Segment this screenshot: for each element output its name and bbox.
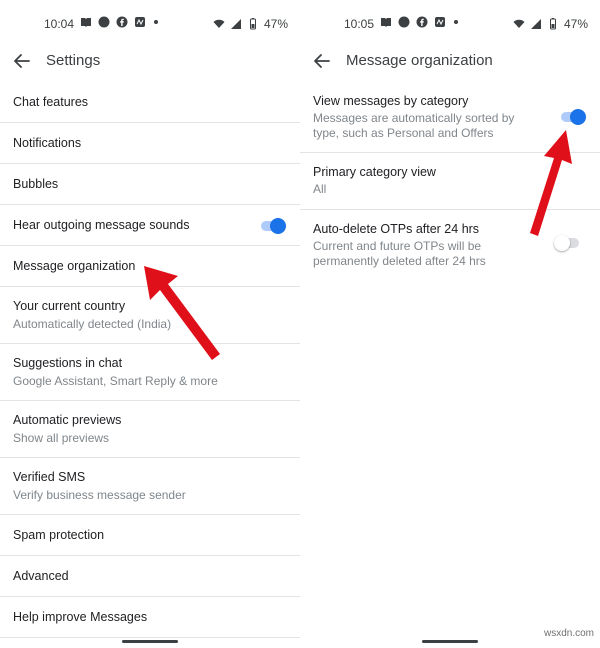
app-icon: [135, 17, 145, 27]
battery-icon: [549, 18, 556, 30]
app-icon: [435, 17, 445, 27]
book-icon: [381, 18, 391, 27]
setting-message-organization[interactable]: Message organization: [0, 246, 300, 287]
setting-automatic-previews[interactable]: Automatic previews Show all previews: [0, 401, 300, 458]
setting-spam-protection[interactable]: Spam protection: [0, 515, 300, 556]
setting-verified-sms[interactable]: Verified SMS Verify business message sen…: [0, 458, 300, 515]
view-by-category-toggle[interactable]: [560, 109, 586, 125]
page-title: Settings: [46, 52, 101, 69]
auto-delete-desc-line2: permanently deleted after 24 hrs: [313, 254, 486, 268]
message-organization-list: View messages by category Messages are a…: [300, 82, 600, 282]
watermark: wsxdn.com: [543, 628, 594, 639]
status-time: 10:04: [44, 17, 75, 31]
more-notifications-dot: [454, 20, 458, 24]
battery-percent: 47%: [263, 17, 288, 31]
signal-icon: [230, 19, 241, 29]
status-bar: 10:05 47%: [300, 14, 600, 34]
message-organization-screen: 10:05 47% Message organization View mess…: [300, 0, 600, 648]
setting-primary-category-view[interactable]: Primary category view All: [300, 153, 600, 210]
setting-suggestions-in-chat[interactable]: Suggestions in chat Google Assistant, Sm…: [0, 344, 300, 401]
app-bar: Message organization: [300, 44, 600, 78]
wifi-icon: [213, 19, 225, 28]
setting-current-country[interactable]: Your current country Automatically detec…: [0, 287, 300, 344]
wifi-icon: [513, 19, 525, 28]
view-by-category-desc-line2: type, such as Personal and Offers: [313, 126, 494, 140]
setting-advanced[interactable]: Advanced: [0, 556, 300, 597]
auto-delete-desc-line1: Current and future OTPs will be: [313, 239, 482, 253]
auto-delete-otps-toggle[interactable]: [554, 235, 580, 251]
book-icon: [81, 18, 91, 27]
setting-chat-features[interactable]: Chat features: [0, 82, 300, 123]
app-bar: Settings: [0, 44, 300, 78]
view-by-category-desc-line1: Messages are automatically sorted by: [313, 111, 515, 125]
back-arrow-icon[interactable]: [12, 51, 32, 71]
battery-percent: 47%: [563, 17, 588, 31]
outgoing-sounds-toggle[interactable]: [260, 218, 286, 234]
gesture-nav-handle[interactable]: [422, 640, 478, 643]
setting-bubbles[interactable]: Bubbles: [0, 164, 300, 205]
setting-auto-delete-otps[interactable]: Auto-delete OTPs after 24 hrs Current an…: [300, 210, 600, 282]
gesture-nav-handle[interactable]: [122, 640, 178, 643]
back-arrow-icon[interactable]: [312, 51, 332, 71]
facebook-icon: [116, 16, 128, 28]
page-title: Message organization: [346, 52, 493, 69]
signal-icon: [530, 19, 541, 29]
setting-notifications[interactable]: Notifications: [0, 123, 300, 164]
settings-list: Chat features Notifications Bubbles Hear…: [0, 82, 300, 638]
setting-hear-outgoing-sounds[interactable]: Hear outgoing message sounds: [0, 205, 300, 246]
status-bar: 10:04 47%: [0, 14, 300, 34]
more-notifications-dot: [154, 20, 158, 24]
status-time: 10:05: [344, 17, 375, 31]
setting-view-by-category[interactable]: View messages by category Messages are a…: [300, 82, 600, 153]
app-badge-icon: [398, 16, 410, 28]
settings-screen: 10:04 47% Settings Chat features Notific…: [0, 0, 300, 648]
facebook-icon: [416, 16, 428, 28]
battery-icon: [249, 18, 256, 30]
app-badge-icon: [98, 16, 110, 28]
setting-help-improve[interactable]: Help improve Messages: [0, 597, 300, 638]
